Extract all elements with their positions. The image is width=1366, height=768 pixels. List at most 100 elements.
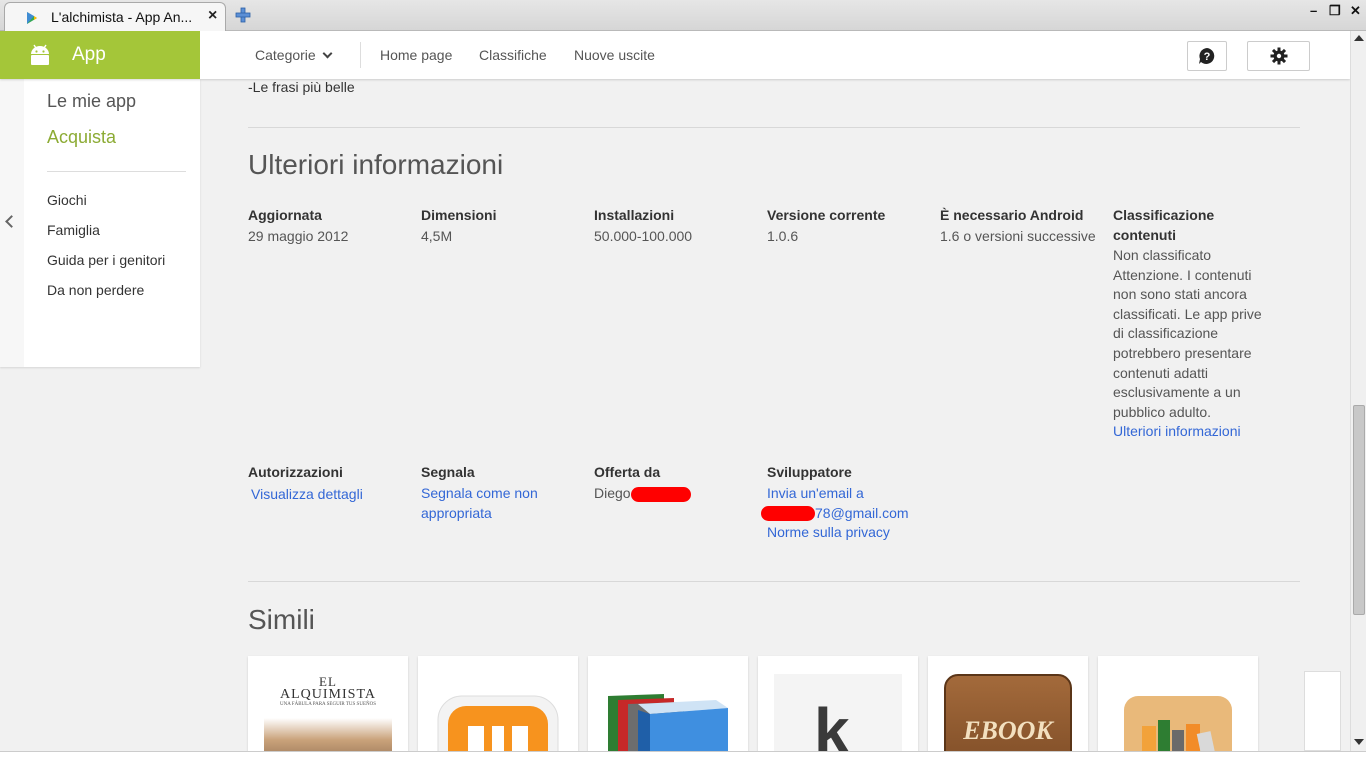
android-icon	[31, 44, 49, 65]
minimize-button[interactable]: –	[1310, 3, 1317, 18]
floating-side-button[interactable]	[1304, 671, 1341, 751]
cover-title: ALQUIMISTA	[280, 687, 376, 702]
play-store-icon	[27, 12, 37, 24]
restore-button[interactable]: ❒	[1329, 3, 1341, 19]
similar-app-card[interactable]: EL ALQUIMISTA UNA FÁBULA PARA SEGUIR TUS…	[248, 656, 408, 751]
version-value: 1.0.6	[767, 228, 799, 244]
sidebar-item-family[interactable]: Famiglia	[47, 222, 100, 238]
chevron-left-icon[interactable]	[5, 215, 18, 228]
brand-label: App	[72, 44, 106, 65]
scroll-up-arrow-icon[interactable]	[1354, 35, 1364, 41]
privacy-policy-link[interactable]: Norme sulla privacy	[767, 523, 909, 543]
installs-label: Installazioni	[594, 207, 675, 223]
tab-title: L'alchimista - App An...	[51, 9, 193, 25]
developer-email-address[interactable]: 78@gmail.com	[761, 504, 909, 524]
app-brand[interactable]: App	[0, 31, 200, 79]
rating-line: pubblico adulto.	[1113, 403, 1212, 420]
updated-label: Aggiornata	[248, 207, 322, 223]
kobo-k-logo-icon: k	[774, 674, 902, 751]
browser-tab-bar: L'alchimista - App An... × – ❒ ✕	[0, 0, 1366, 31]
stacked-books-icon	[608, 694, 728, 751]
ebook-label: EBOOK	[963, 716, 1053, 745]
cover-subtitle: UNA FÁBULA PARA SEGUIR TUS SUEÑOS	[280, 702, 376, 707]
svg-text:?: ?	[1204, 51, 1211, 63]
sidebar-item-editors-choice[interactable]: Da non perdere	[47, 282, 144, 298]
sidebar-divider	[47, 171, 186, 172]
permissions-details-link[interactable]: Visualizza dettagli	[251, 485, 363, 505]
status-bar	[0, 751, 1366, 768]
report-label: Segnala	[421, 464, 475, 480]
description-tail: -Le frasi più belle	[248, 79, 355, 95]
developer-email-text[interactable]: 78@gmail.com	[815, 505, 909, 521]
nav-new-releases-link[interactable]: Nuove uscite	[574, 47, 655, 63]
tab-close-icon[interactable]: ×	[208, 7, 217, 25]
settings-button[interactable]	[1247, 41, 1310, 71]
book-cover-icon: EL ALQUIMISTA UNA FÁBULA PARA SEGUIR TUS…	[264, 674, 392, 751]
similar-title: Simili	[248, 604, 315, 635]
kobo-letter: k	[814, 695, 850, 751]
similar-app-card[interactable]	[588, 656, 748, 751]
help-icon: ?	[1199, 48, 1215, 64]
help-button[interactable]: ?	[1187, 41, 1227, 71]
offered-by-name: Diego	[594, 485, 631, 501]
updated-value: 29 maggio 2012	[248, 228, 349, 244]
android-label: È necessario Android	[940, 207, 1084, 223]
sidebar-item-my-apps[interactable]: Le mie app	[47, 91, 136, 112]
size-label: Dimensioni	[421, 207, 497, 223]
rating-line: potrebbero presentare	[1113, 344, 1252, 361]
sidebar-item-parent-guide[interactable]: Guida per i genitori	[47, 252, 165, 268]
similar-app-card[interactable]: EBOOK	[928, 656, 1088, 751]
scroll-down-arrow-icon[interactable]	[1354, 739, 1364, 745]
content-rating-label: Classificazione	[1113, 207, 1215, 223]
rating-line: classificati. Le app prive	[1113, 305, 1262, 322]
categories-label: Categorie	[255, 47, 316, 63]
redaction-mark	[761, 506, 815, 522]
version-label: Versione corrente	[767, 207, 886, 223]
nav-home-link[interactable]: Home page	[380, 47, 452, 63]
similar-app-card[interactable]: k	[758, 656, 918, 751]
similar-app-card[interactable]	[1098, 656, 1258, 751]
rating-line: di classificazione	[1113, 325, 1219, 342]
report-link-line[interactable]: appropriata	[421, 504, 538, 524]
rating-line: Attenzione. I contenuti	[1113, 266, 1252, 283]
developer-label: Sviluppatore	[767, 464, 852, 480]
section-divider	[248, 127, 1300, 128]
top-nav: App Categorie Home page Classifiche Nuov…	[0, 31, 1350, 79]
rating-line: contenuti adatti	[1113, 364, 1208, 381]
report-link-line[interactable]: Segnala come non	[421, 484, 538, 504]
rating-line: esclusivamente a un	[1113, 384, 1241, 401]
new-tab-icon[interactable]	[234, 6, 252, 24]
page-scrollbar[interactable]	[1350, 31, 1366, 751]
android-value: 1.6 o versioni successive	[940, 228, 1096, 244]
installs-value: 50.000-100.000	[594, 228, 693, 244]
redaction-mark	[630, 486, 691, 502]
close-window-button[interactable]: ✕	[1350, 3, 1361, 19]
developer-email-link[interactable]: Invia un'email a	[767, 484, 909, 504]
categories-dropdown[interactable]: Categorie	[255, 47, 333, 63]
browser-tab[interactable]: L'alchimista - App An... ×	[4, 2, 226, 31]
rating-line: Non classificato	[1113, 247, 1212, 263]
orange-m-logo-icon	[437, 695, 559, 751]
scroll-thumb[interactable]	[1353, 405, 1365, 615]
chevron-down-icon	[322, 48, 333, 59]
nav-divider	[360, 42, 361, 68]
cover-title: EL	[319, 674, 337, 689]
content-rating-label-2: contenuti	[1113, 227, 1176, 243]
bookshelf-icon	[1124, 696, 1232, 751]
rating-line: non sono stati ancora	[1113, 286, 1247, 303]
offered-by-value: Diego	[594, 484, 691, 504]
content-rating-value: Non classificato Attenzione. I contenuti…	[1113, 246, 1262, 442]
rating-more-info-link[interactable]: Ulteriori informazioni	[1113, 423, 1241, 439]
nav-charts-link[interactable]: Classifiche	[479, 47, 547, 63]
sidebar-item-shop[interactable]: Acquista	[47, 127, 116, 148]
sidebar-collapse-gutter[interactable]	[0, 79, 24, 367]
size-value: 4,5M	[421, 228, 453, 244]
permissions-label: Autorizzazioni	[248, 464, 343, 480]
page-viewport: App Categorie Home page Classifiche Nuov…	[0, 31, 1350, 751]
report-link[interactable]: Segnala come non appropriata	[421, 484, 538, 523]
similar-app-card[interactable]	[418, 656, 578, 751]
offered-by-label: Offerta da	[594, 464, 661, 480]
sidebar-item-games[interactable]: Giochi	[47, 192, 87, 208]
additional-info-title: Ulteriori informazioni	[248, 149, 504, 180]
developer-contacts: Invia un'email a 78@gmail.com Norme sull…	[761, 484, 909, 543]
